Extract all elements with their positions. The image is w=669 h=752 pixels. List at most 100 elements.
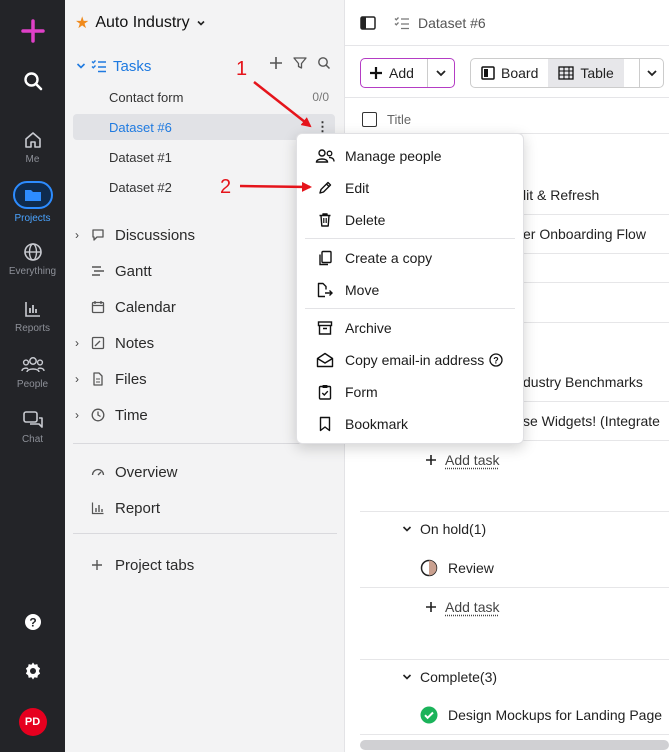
plus-icon: [370, 67, 382, 79]
svg-text:?: ?: [29, 616, 36, 630]
search-button[interactable]: [0, 71, 65, 91]
rail-label: Chat: [21, 434, 44, 445]
nav-label: Discussions: [115, 226, 196, 244]
select-all-checkbox[interactable]: [362, 112, 377, 127]
left-rail: Me Projects Everything Reports People Ch…: [0, 0, 65, 752]
rail-item-chat[interactable]: Chat: [0, 410, 65, 445]
menu-item-archive[interactable]: Archive: [297, 313, 523, 343]
filter-icon[interactable]: [293, 56, 307, 70]
move-file-icon: [315, 282, 335, 298]
rail-label: Me: [25, 154, 40, 165]
plus-icon[interactable]: [269, 56, 283, 70]
clipboard-check-icon: [315, 384, 335, 400]
rail-item-reports[interactable]: Reports: [0, 299, 65, 334]
archive-icon: [315, 320, 335, 336]
group-header-on-hold[interactable]: On hold(1): [360, 511, 669, 545]
chevron-right-icon[interactable]: ›: [75, 228, 89, 242]
sidebar-toggle-icon[interactable]: [360, 15, 376, 30]
add-task-label: Add task: [445, 599, 500, 615]
task-list-label: Dataset #1: [109, 149, 172, 165]
menu-divider: [305, 308, 515, 309]
sidebar-item-overview[interactable]: Overview: [75, 461, 337, 483]
rail-label: Everything: [8, 266, 57, 277]
menu-label: Move: [345, 282, 380, 298]
settings-button[interactable]: [0, 661, 65, 681]
board-label: Board: [501, 65, 539, 81]
home-icon: [24, 132, 41, 148]
group-header-complete[interactable]: Complete(3): [360, 659, 669, 693]
menu-item-delete[interactable]: Delete: [297, 205, 523, 235]
chevron-down-icon[interactable]: [402, 670, 412, 684]
chevron-right-icon[interactable]: ›: [75, 372, 89, 386]
task-title: Review: [448, 559, 494, 576]
plus-icon: [426, 455, 436, 465]
chevron-down-icon: [646, 70, 657, 77]
task-list-label: Dataset #2: [109, 179, 172, 195]
add-dropdown-button[interactable]: [427, 59, 454, 87]
menu-label: Archive: [345, 320, 392, 336]
nav-label: Project tabs: [115, 556, 195, 574]
user-avatar[interactable]: PD: [0, 708, 65, 736]
board-view-button[interactable]: Board: [471, 59, 548, 87]
nav-label: Report: [115, 499, 161, 517]
chevron-down-icon: [436, 70, 446, 77]
plus-icon: [20, 19, 45, 43]
chevron-down-icon[interactable]: [402, 522, 412, 536]
top-bar: Dataset #6: [345, 0, 669, 46]
chevron-right-icon[interactable]: ›: [75, 336, 89, 350]
menu-item-edit[interactable]: Edit: [297, 173, 523, 203]
task-list-item[interactable]: Contact form 0/0: [73, 84, 335, 110]
add-task-button[interactable]: Add task: [425, 599, 499, 615]
task-title: dustry Benchmarks: [523, 373, 643, 390]
star-icon[interactable]: ★: [75, 13, 89, 33]
menu-item-move[interactable]: Move: [297, 275, 523, 305]
sidebar-item-report[interactable]: Report: [75, 497, 337, 519]
menu-item-manage-people[interactable]: Manage people: [297, 141, 523, 171]
add-button[interactable]: Add: [361, 65, 427, 81]
help-circle-icon[interactable]: ?: [489, 353, 503, 367]
horizontal-scrollbar[interactable]: [360, 740, 669, 750]
rail-label: Reports: [14, 323, 50, 334]
menu-label: Create a copy: [345, 250, 433, 266]
help-icon: ?: [24, 614, 41, 630]
sidebar-item-tasks[interactable]: Tasks: [75, 56, 337, 76]
chevron-down-icon[interactable]: [75, 60, 87, 72]
avatar: PD: [18, 708, 47, 736]
menu-item-copy-email-in[interactable]: Copy email-in address ?: [297, 345, 523, 375]
menu-label: Manage people: [345, 148, 442, 164]
bar-chart-icon: [91, 501, 111, 515]
nav-label: Gantt: [115, 262, 152, 280]
project-tabs-button[interactable]: Project tabs: [75, 554, 337, 576]
nav-label: Time: [115, 406, 148, 424]
add-label: Add: [389, 65, 414, 81]
breadcrumb: Dataset #6: [394, 15, 486, 31]
help-button[interactable]: ?: [0, 612, 65, 632]
task-list-icon: [394, 16, 409, 29]
add-task-label: Add task: [445, 452, 500, 468]
rail-item-people[interactable]: People: [0, 355, 65, 390]
rail-item-everything[interactable]: Everything: [0, 242, 65, 277]
menu-label: Bookmark: [345, 416, 409, 432]
tasks-label: Tasks: [113, 57, 152, 75]
table-view-button[interactable]: Table: [548, 59, 624, 87]
create-plus-button[interactable]: [0, 18, 65, 44]
view-dropdown-button[interactable]: [639, 59, 663, 87]
rail-item-me[interactable]: Me: [0, 130, 65, 165]
annotation-number-2: 2: [220, 176, 232, 198]
table-row[interactable]: Design Mockups for Landing Page: [360, 695, 669, 735]
chevron-right-icon[interactable]: ›: [75, 408, 89, 422]
search-icon[interactable]: [317, 56, 331, 70]
half-circle-status-icon[interactable]: [420, 559, 438, 577]
add-task-button[interactable]: Add task: [425, 452, 499, 468]
menu-item-form[interactable]: Form: [297, 377, 523, 407]
plus-icon: [91, 559, 111, 571]
project-switcher[interactable]: ★ Auto Industry: [75, 13, 206, 33]
context-menu: Manage people Edit Delete Create a copy …: [296, 133, 524, 444]
bar-chart-icon: [24, 302, 40, 317]
gantt-icon: [91, 264, 111, 278]
check-circle-icon[interactable]: [420, 706, 438, 724]
menu-item-create-copy[interactable]: Create a copy: [297, 243, 523, 273]
table-row[interactable]: Review: [360, 548, 669, 588]
menu-item-bookmark[interactable]: Bookmark: [297, 409, 523, 439]
rail-item-projects[interactable]: Projects: [0, 181, 65, 224]
